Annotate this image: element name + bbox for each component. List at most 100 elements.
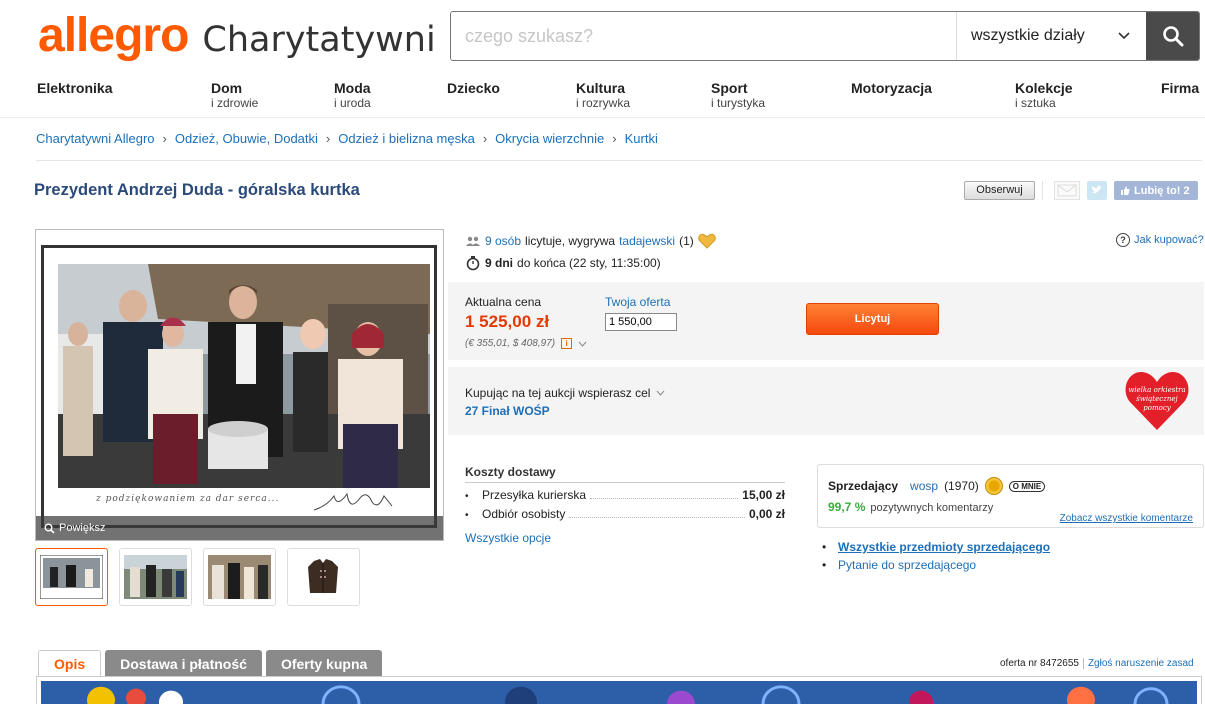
seller-label: Sprzedający xyxy=(828,479,899,493)
bid-button[interactable]: Licytuj xyxy=(806,303,939,335)
zoom-bar[interactable]: Powiększ xyxy=(36,516,443,540)
mail-share-icon[interactable] xyxy=(1054,181,1080,200)
shipping-option-name: Przesyłka kurierska xyxy=(482,488,587,502)
charity-name[interactable]: 27 Finał WOŚP xyxy=(465,404,550,418)
charity-label: Kupując na tej aukcji wspierasz cel xyxy=(465,386,665,400)
thumbnail[interactable] xyxy=(119,548,192,606)
chevron-down-icon[interactable] xyxy=(656,390,665,396)
logo-sub-text: Charytatywni xyxy=(202,20,436,60)
nav-item-moda[interactable]: Moda i uroda xyxy=(334,80,371,110)
wosp-heart-logo: wielka orkiestra świątecznej pomocy xyxy=(1125,371,1189,430)
allegro-logo[interactable]: allegro Charytatywni xyxy=(38,12,436,62)
nav-item-dom[interactable]: Dom i zdrowie xyxy=(211,80,258,110)
about-me-badge[interactable]: O MNIE xyxy=(1008,480,1046,492)
shipping-option: • Przesyłka kurierska 15,00 zł xyxy=(465,488,785,502)
offer-meta: oferta nr 8472655 Zgłoś naruszenie zasad xyxy=(1000,658,1194,669)
bidding-text: licytuje, wygrywa xyxy=(525,234,616,248)
seller-box: Sprzedający wosp (1970) O MNIE 99,7 % po… xyxy=(817,464,1204,528)
search-input[interactable] xyxy=(451,12,956,60)
nav-item-dziecko[interactable]: Dziecko xyxy=(447,80,500,97)
nav-title: Sport xyxy=(711,80,748,96)
tab-opis[interactable]: Opis xyxy=(38,650,102,677)
logo-main-text: allegro xyxy=(38,9,189,62)
info-icon[interactable]: i xyxy=(561,338,573,349)
seller-links: • Wszystkie przedmioty sprzedającego • Pyt… xyxy=(822,538,1050,574)
facebook-like-button[interactable]: Lubię to! 2 xyxy=(1114,181,1198,200)
product-gallery[interactable]: z podziękowaniem za dar serca... Powięks… xyxy=(35,229,444,541)
leader-dots xyxy=(590,489,739,499)
nav-sub: i turystyka xyxy=(711,96,766,110)
seller-line: Sprzedający wosp (1970) O MNIE xyxy=(828,477,1046,495)
how-to-buy-link[interactable]: ? Jak kupować? xyxy=(1116,233,1204,247)
search-button[interactable] xyxy=(1146,12,1199,60)
magnifier-icon xyxy=(44,523,55,534)
winner-score: (1) xyxy=(679,234,694,248)
nav-item-kultura[interactable]: Kultura i rozrywka xyxy=(576,80,630,110)
nav-item-kolekcje[interactable]: Kolekcje i sztuka xyxy=(1015,80,1073,110)
chevron-down-icon xyxy=(1118,32,1130,40)
stopwatch-icon xyxy=(466,256,480,271)
bidders-link[interactable]: 9 osób xyxy=(485,234,521,248)
heart-icon xyxy=(698,233,716,249)
current-price: 1 525,00 zł xyxy=(465,312,550,331)
your-offer-label: Twoja oferta xyxy=(605,295,671,309)
bid-info: 9 osób licytuje, wygrywa tadajewski (1) … xyxy=(465,232,716,272)
offer-number: oferta nr 8472655 xyxy=(1000,658,1079,669)
price-box: Aktualna cena 1 525,00 zł (€ 355,01, $ 4… xyxy=(448,282,1204,360)
nav-sub: i sztuka xyxy=(1015,96,1056,110)
tab-buy-offers[interactable]: Oferty kupna xyxy=(265,650,383,677)
nav-title: Elektronika xyxy=(37,80,113,96)
all-seller-items-link[interactable]: Wszystkie przedmioty sprzedającego xyxy=(838,540,1050,554)
winner-link[interactable]: tadajewski xyxy=(619,234,675,248)
twitter-icon[interactable] xyxy=(1087,181,1107,200)
category-select[interactable]: wszystkie działy xyxy=(956,12,1146,60)
thumbnail[interactable] xyxy=(35,548,108,606)
breadcrumb-link[interactable]: Odzież, Obuwie, Dodatki xyxy=(175,131,318,146)
shipping-option: • Odbiór osobisty 0,00 zł xyxy=(465,507,785,521)
converted-price-text: (€ 355,01, $ 408,97) xyxy=(465,338,556,349)
nav-item-sport[interactable]: Sport i turystyka xyxy=(711,80,765,110)
breadcrumb-link[interactable]: Okrycia wierzchnie xyxy=(495,131,604,146)
product-title: Prezydent Andrzej Duda - góralska kurtka xyxy=(34,181,360,199)
shipping-option-name: Odbiór osobisty xyxy=(482,507,566,521)
nav-title: Kolekcje xyxy=(1015,80,1073,96)
tab-delivery-payment[interactable]: Dostawa i płatność xyxy=(105,650,262,677)
category-select-value: wszystkie działy xyxy=(971,27,1085,44)
search-bar: wszystkie działy xyxy=(450,11,1200,61)
nav-title: Motoryzacja xyxy=(851,80,932,96)
svg-text:wielka orkiestra: wielka orkiestra xyxy=(1128,386,1185,394)
seller-name-link[interactable]: wosp xyxy=(910,479,938,493)
breadcrumb-link[interactable]: Kurtki xyxy=(625,131,658,146)
chevron-down-icon[interactable] xyxy=(578,341,587,347)
offer-input[interactable] xyxy=(605,313,677,331)
nav-item-elektronika[interactable]: Elektronika xyxy=(37,80,112,97)
all-shipping-options-link[interactable]: Wszystkie opcje xyxy=(465,531,785,545)
list-item: • Wszystkie przedmioty sprzedającego xyxy=(822,538,1050,556)
nav-sub: i rozrywka xyxy=(576,96,631,110)
watch-button[interactable]: Obserwuj xyxy=(964,181,1035,200)
thumbnail-image xyxy=(124,555,187,599)
bidders-row: 9 osób licytuje, wygrywa tadajewski (1) xyxy=(465,232,716,250)
nav-item-firma[interactable]: Firma xyxy=(1161,80,1199,97)
thumbnail[interactable] xyxy=(287,548,360,606)
thumbnail[interactable] xyxy=(203,548,276,606)
category-nav: Elektronika Dom i zdrowie Moda i uroda Dzi… xyxy=(0,80,1205,118)
search-icon xyxy=(1162,26,1183,47)
report-violation-link[interactable]: Zgłoś naruszenie zasad xyxy=(1088,658,1194,669)
super-seller-icon xyxy=(984,477,1003,495)
ask-seller-link[interactable]: Pytanie do sprzedającego xyxy=(838,558,976,572)
nav-title: Firma xyxy=(1161,80,1200,96)
thumbs-up-icon xyxy=(1121,186,1130,195)
description-area xyxy=(36,676,1202,704)
svg-text:pomocy: pomocy xyxy=(1143,404,1171,412)
breadcrumb-link[interactable]: Charytatywni Allegro xyxy=(36,131,155,146)
rating-text: pozytywnych komentarzy xyxy=(870,502,994,514)
charity-box: Kupując na tej aukcji wspierasz cel 27 F… xyxy=(448,367,1204,435)
photo-caption: z podziękowaniem za dar serca... xyxy=(96,494,280,504)
shipping-option-price: 15,00 zł xyxy=(742,488,785,502)
nav-item-motoryzacja[interactable]: Motoryzacja xyxy=(851,80,932,97)
main-photo-frame: z podziękowaniem za dar serca... xyxy=(41,245,437,528)
breadcrumb-link[interactable]: Odzież i bielizna męska xyxy=(338,131,475,146)
all-comments-link[interactable]: Zobacz wszystkie komentarze xyxy=(1060,513,1193,524)
description-tabs: Opis Dostawa i płatność Oferty kupna xyxy=(38,650,383,677)
